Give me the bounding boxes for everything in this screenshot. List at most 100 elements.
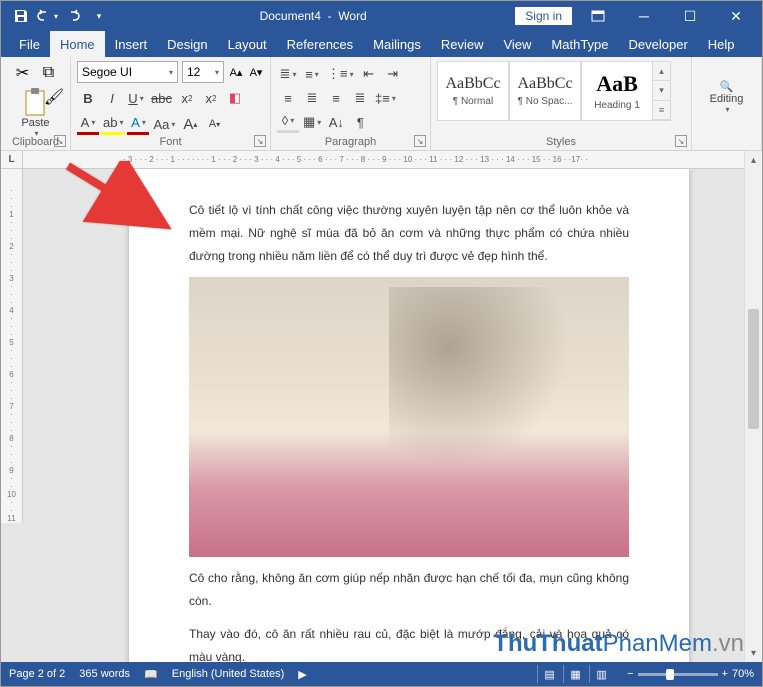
zoom-slider[interactable] <box>638 673 718 676</box>
text-highlight-button[interactable]: ab▾ <box>101 113 125 135</box>
justify-icon[interactable]: ≣ <box>349 87 371 109</box>
maximize-icon[interactable]: ☐ <box>670 2 710 30</box>
sign-in-button[interactable]: Sign in <box>515 7 572 25</box>
tab-references[interactable]: References <box>277 31 363 57</box>
tab-design[interactable]: Design <box>157 31 217 57</box>
tab-insert[interactable]: Insert <box>105 31 158 57</box>
clipboard-launcher-icon[interactable]: ↘ <box>54 135 66 147</box>
strikethrough-button[interactable]: abc <box>149 87 174 109</box>
styles-expand-icon[interactable]: ≡ <box>653 101 670 120</box>
editing-button[interactable]: 🔍Editing▾ <box>710 80 744 114</box>
quick-access-toolbar: ▾ ▾ <box>1 4 111 28</box>
status-language[interactable]: English (United States) <box>172 668 285 680</box>
decrease-indent-icon[interactable]: ⇤ <box>358 63 380 85</box>
tab-file[interactable]: File <box>9 31 50 57</box>
group-styles: AaBbCc¶ Normal AaBbCc¶ No Spac... AaBHea… <box>431 57 692 150</box>
change-case-button[interactable]: Aa▾ <box>151 113 177 135</box>
web-layout-icon[interactable]: ▥ <box>589 665 613 683</box>
paragraph-1[interactable]: Cô tiết lộ vì tính chất công việc thường… <box>189 199 629 267</box>
show-hide-pilcrow-icon[interactable]: ¶ <box>349 111 371 133</box>
zoom-out-icon[interactable]: − <box>627 668 633 680</box>
status-bar: Page 2 of 2 365 words 📖 English (United … <box>1 662 762 686</box>
scrollbar-thumb[interactable] <box>748 309 759 429</box>
zoom-control: − + 70% <box>627 668 754 680</box>
status-page[interactable]: Page 2 of 2 <box>9 668 65 680</box>
ruler-corner[interactable]: L <box>1 151 23 169</box>
tab-layout[interactable]: Layout <box>218 31 277 57</box>
font-color-button[interactable]: A▾ <box>77 113 99 135</box>
zoom-in-icon[interactable]: + <box>722 668 728 680</box>
styles-gallery-scroll[interactable]: ▴▾≡ <box>653 61 671 121</box>
spellcheck-icon[interactable]: 📖 <box>144 668 158 681</box>
macro-record-icon[interactable]: ▶ <box>298 668 306 681</box>
tab-review[interactable]: Review <box>431 31 494 57</box>
tell-me-search[interactable]: 💡Search <box>753 31 763 57</box>
qat-customize-icon[interactable]: ▾ <box>87 4 111 28</box>
bullets-button[interactable]: ≣▾ <box>277 63 299 85</box>
tab-help[interactable]: Help <box>698 31 745 57</box>
align-left-icon[interactable]: ≡ <box>277 87 299 109</box>
redo-icon[interactable] <box>61 4 85 28</box>
page[interactable]: Cô tiết lộ vì tính chất công việc thường… <box>129 169 689 662</box>
scroll-down-icon[interactable]: ▾ <box>653 81 670 100</box>
print-layout-icon[interactable]: ▦ <box>563 665 587 683</box>
style-normal[interactable]: AaBbCc¶ Normal <box>437 61 509 121</box>
sort-icon[interactable]: A↓ <box>325 111 347 133</box>
document-image[interactable] <box>189 277 629 557</box>
shading-button[interactable]: ◊▾ <box>277 111 299 133</box>
tab-mailings[interactable]: Mailings <box>363 31 431 57</box>
paragraph-2[interactable]: Cô cho rằng, không ăn cơm giúp nếp nhăn … <box>189 567 629 613</box>
italic-button[interactable]: I <box>101 87 123 109</box>
style-heading-1[interactable]: AaBHeading 1 <box>581 61 653 121</box>
tab-developer[interactable]: Developer <box>619 31 698 57</box>
font-launcher-icon[interactable]: ↘ <box>254 135 266 147</box>
tab-home[interactable]: Home <box>50 31 105 57</box>
text-effects-button[interactable]: A▾ <box>127 113 149 135</box>
underline-button[interactable]: U▾ <box>125 87 147 109</box>
scroll-up-icon[interactable]: ▴ <box>653 62 670 81</box>
align-center-icon[interactable]: ≣ <box>301 87 323 109</box>
subscript-button[interactable]: x2 <box>176 87 198 109</box>
copy-icon[interactable]: ⧉ <box>37 61 61 85</box>
style-no-spacing[interactable]: AaBbCc¶ No Spac... <box>509 61 581 121</box>
ribbon-display-icon[interactable] <box>578 2 618 30</box>
multilevel-list-button[interactable]: ⋮≡▾ <box>325 63 356 85</box>
shrink-font-2-icon[interactable]: A▾ <box>203 113 225 135</box>
save-icon[interactable] <box>9 4 33 28</box>
cut-icon[interactable]: ✂ <box>11 61 35 85</box>
borders-button[interactable]: ▦▾ <box>301 111 323 133</box>
zoom-level[interactable]: 70% <box>732 668 754 680</box>
scroll-down-arrow-icon[interactable]: ▾ <box>745 644 762 662</box>
callout-arrow <box>63 161 173 246</box>
read-mode-icon[interactable]: ▤ <box>537 665 561 683</box>
line-spacing-button[interactable]: ‡≡▾ <box>373 87 398 109</box>
superscript-button[interactable]: x2 <box>200 87 222 109</box>
styles-launcher-icon[interactable]: ↘ <box>675 135 687 147</box>
undo-icon[interactable]: ▾ <box>35 4 59 28</box>
grow-font-icon[interactable]: A▴ <box>228 61 244 83</box>
vertical-ruler[interactable]: ···1···2···3···4···5···6···7···8···9··10… <box>1 169 23 523</box>
tab-view[interactable]: View <box>493 31 541 57</box>
font-size-combo[interactable]: 12▾ <box>182 61 224 83</box>
grow-font-2-icon[interactable]: A▴ <box>179 113 201 135</box>
increase-indent-icon[interactable]: ⇥ <box>382 63 404 85</box>
group-label-paragraph: Paragraph <box>271 136 430 148</box>
ribbon: ✂ ⧉ Paste▾ 🖌 Clipboard ↘ Segoe UI▾ 12▾ A… <box>1 57 762 151</box>
group-clipboard: ✂ ⧉ Paste▾ 🖌 Clipboard ↘ <box>1 57 71 150</box>
vertical-scrollbar[interactable]: ▴ ▾ <box>744 151 762 662</box>
window-title: Document4 - Word <box>111 9 515 23</box>
tab-mathtype[interactable]: MathType <box>541 31 618 57</box>
scrollbar-track[interactable] <box>745 169 762 644</box>
clear-formatting-icon[interactable]: ◧ <box>224 87 246 109</box>
bold-button[interactable]: B <box>77 87 99 109</box>
font-name-combo[interactable]: Segoe UI▾ <box>77 61 178 83</box>
shrink-font-icon[interactable]: A▾ <box>248 61 264 83</box>
close-icon[interactable]: ✕ <box>716 2 756 30</box>
format-painter-icon[interactable]: 🖌 <box>42 85 66 109</box>
minimize-icon[interactable]: ─ <box>624 2 664 30</box>
paragraph-launcher-icon[interactable]: ↘ <box>414 135 426 147</box>
numbering-button[interactable]: ≡▾ <box>301 63 323 85</box>
scroll-up-arrow-icon[interactable]: ▴ <box>745 151 762 169</box>
align-right-icon[interactable]: ≡ <box>325 87 347 109</box>
status-words[interactable]: 365 words <box>79 668 130 680</box>
